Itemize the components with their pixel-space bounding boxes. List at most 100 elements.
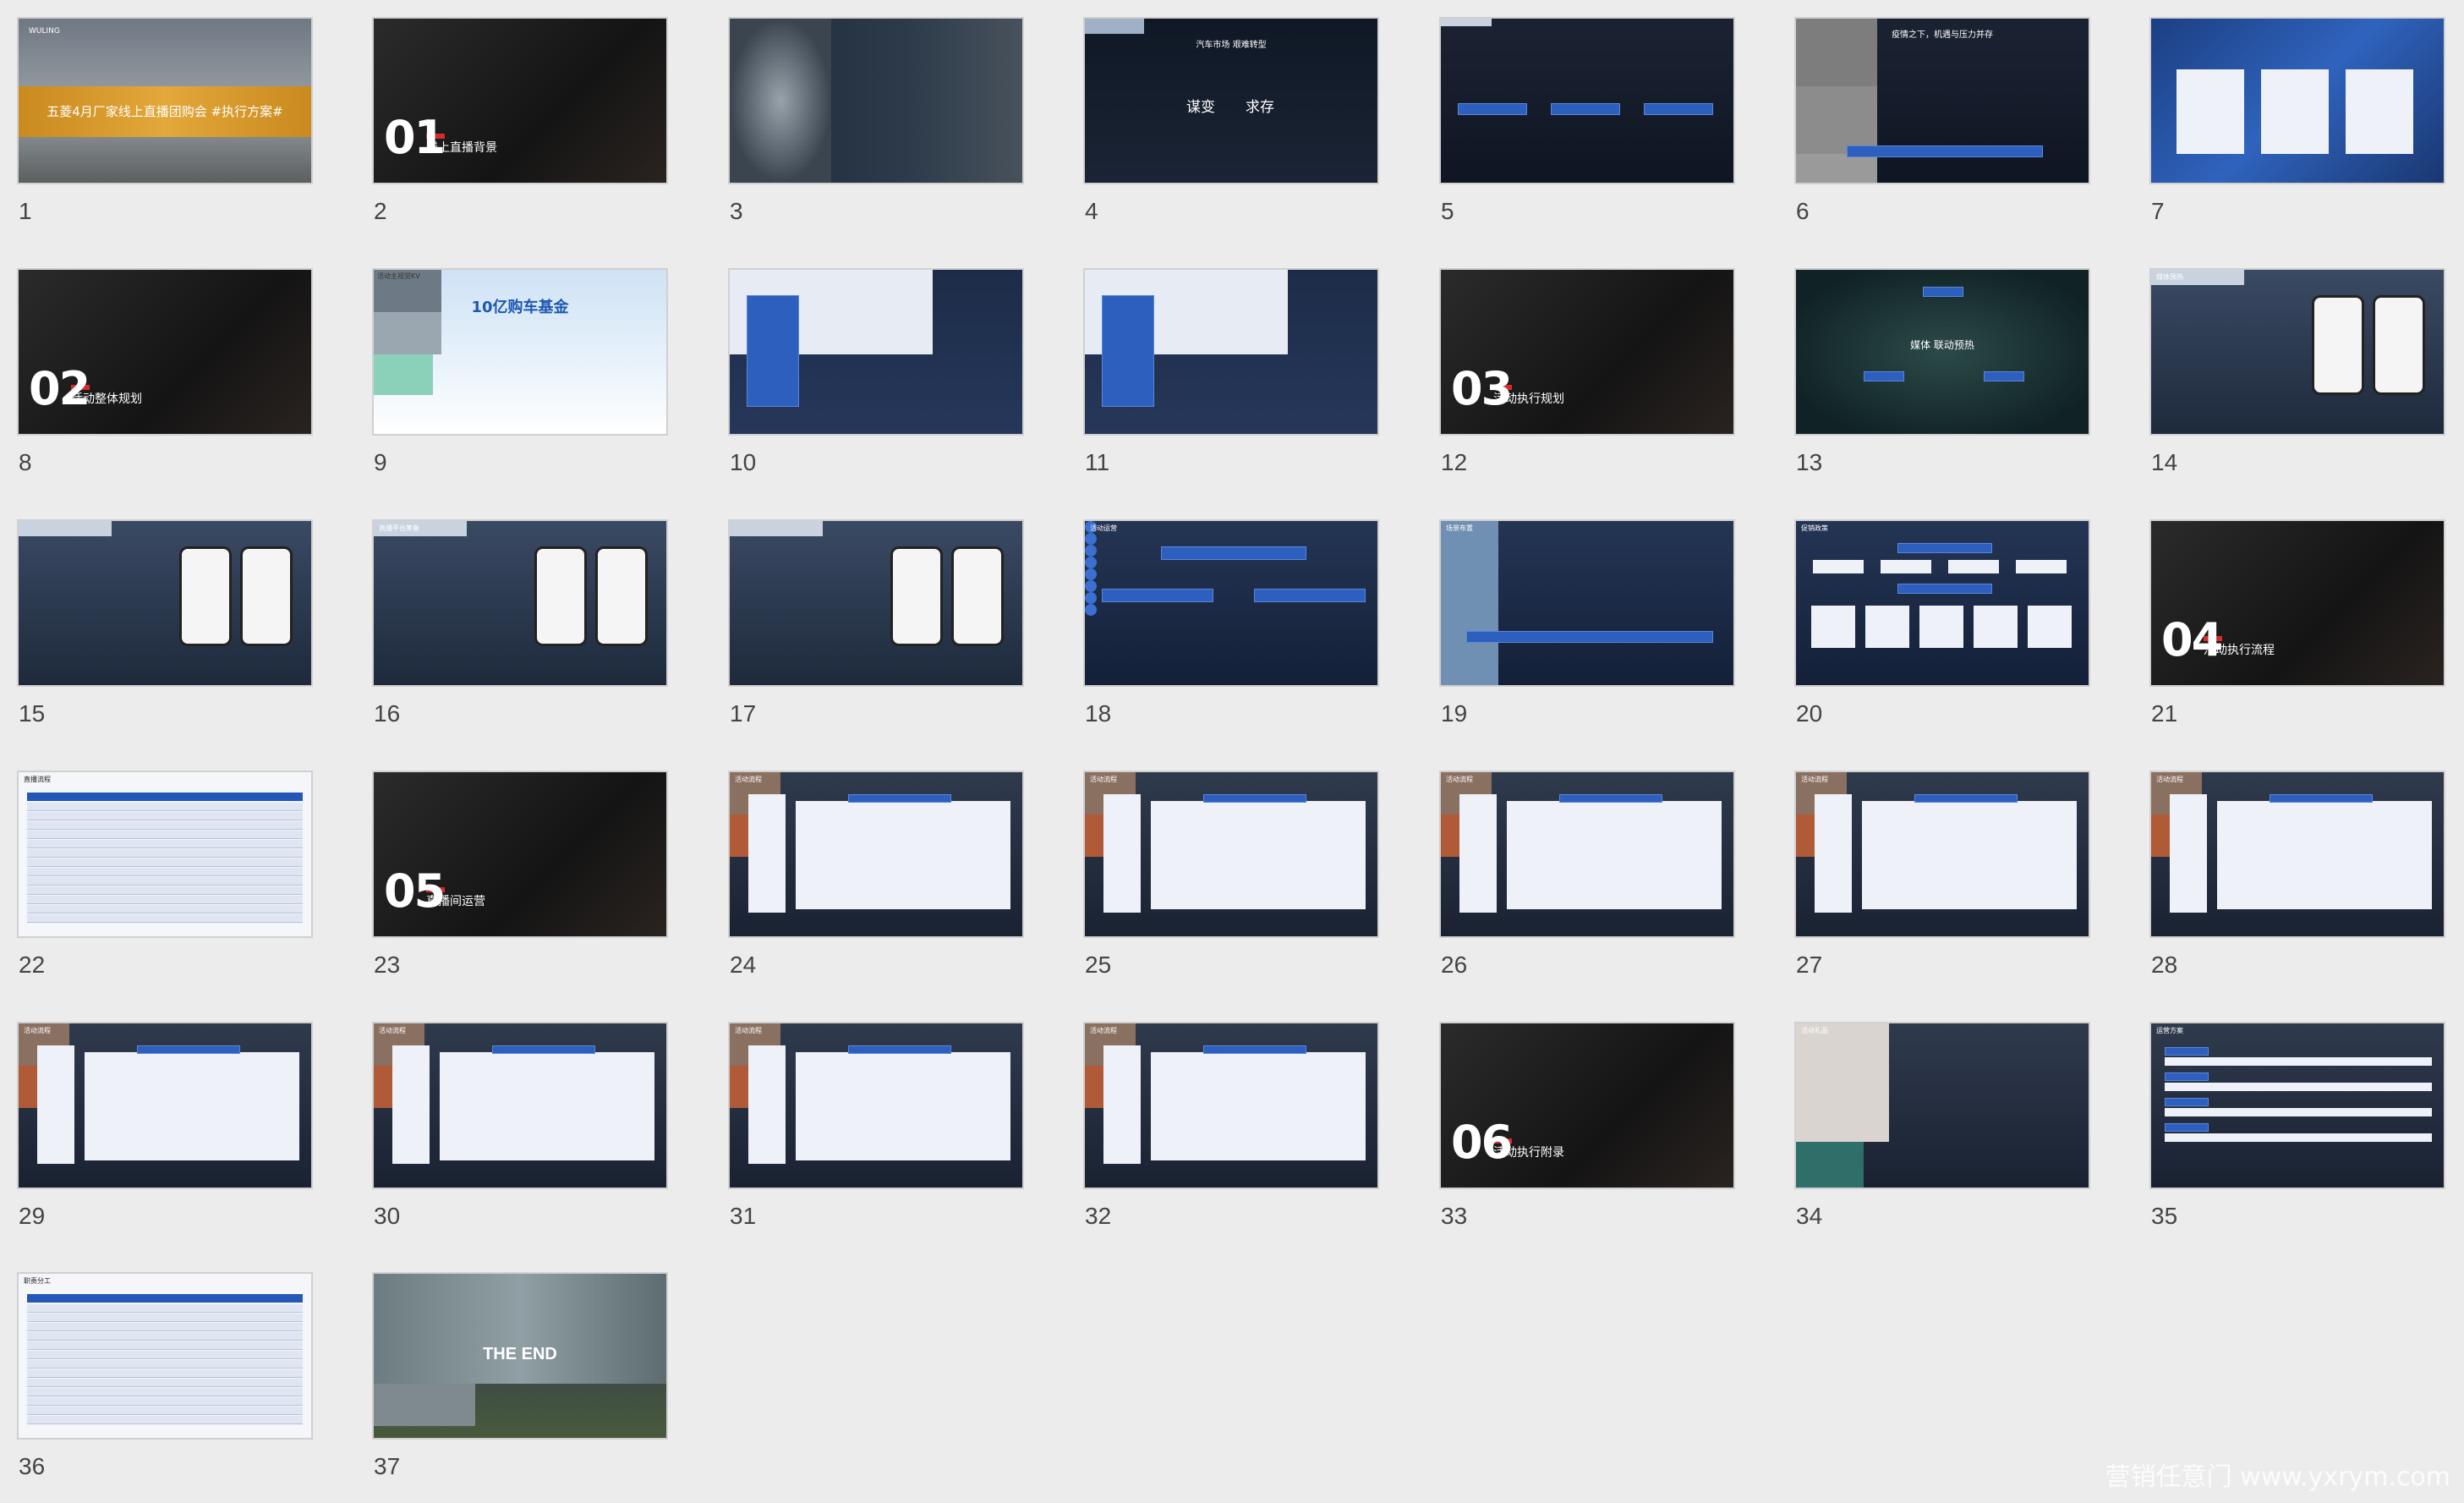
slide-preview[interactable]: 活动流程 (1439, 771, 1735, 938)
slide-preview[interactable]: 05 直播间运营 (372, 771, 668, 938)
slide-thumbnail-37[interactable]: THE END 37 (372, 1272, 668, 1492)
slide-thumbnail-22[interactable]: 直播流程 22 (17, 771, 313, 990)
slide-thumbnail-16[interactable]: 直播平台筹备 16 (372, 519, 668, 739)
slide-preview[interactable]: 促销政策 (1794, 519, 2090, 687)
slide-preview[interactable] (728, 17, 1024, 184)
slide-preview[interactable]: 媒体预热 (2149, 268, 2445, 436)
slide-thumbnail-7[interactable]: 7 (2149, 17, 2445, 237)
slide-preview[interactable]: 03 活动执行规划 (1439, 268, 1735, 436)
slide-preview[interactable]: 活动流程 (728, 771, 1024, 938)
slide-thumbnail-25[interactable]: 活动流程 25 (1083, 771, 1379, 990)
slide-thumbnail-19[interactable]: 场景布置 19 (1439, 519, 1735, 739)
slide-thumbnail-23[interactable]: 05 直播间运营 23 (372, 771, 668, 990)
slide-thumbnail-12[interactable]: 03 活动执行规划 12 (1439, 268, 1735, 488)
table-row (27, 868, 303, 876)
slide-preview[interactable]: 04 活动执行流程 (2149, 519, 2445, 687)
slide-thumbnail-27[interactable]: 活动流程 27 (1794, 771, 2090, 990)
slide-thumbnail-32[interactable]: 活动流程 32 (1083, 1022, 1379, 1242)
table-row (27, 812, 303, 820)
slide-preview[interactable]: 活动流程 (728, 1022, 1024, 1189)
slide-preview[interactable] (728, 519, 1024, 687)
slide-thumbnail-3[interactable]: 3 (728, 17, 1024, 237)
slide-thumbnail-5[interactable]: 5 (1439, 17, 1735, 237)
protective-suit-figure (730, 19, 831, 183)
slide-preview[interactable]: 活动礼品 (1794, 1022, 2090, 1189)
slide-preview[interactable] (1439, 17, 1735, 184)
slide-number: 25 (1085, 952, 1112, 978)
phone-mockup (534, 546, 587, 646)
blue-left-panel (1102, 295, 1154, 407)
slide-preview[interactable]: 活动流程 (1083, 1022, 1379, 1189)
table-line (1085, 270, 1288, 278)
slide-label: 活动流程 (1090, 1027, 1117, 1034)
slide-thumbnail-31[interactable]: 活动流程 31 (728, 1022, 1024, 1242)
slide-thumbnail-29[interactable]: 活动流程 29 (17, 1022, 313, 1242)
slide-thumbnail-28[interactable]: 活动流程 28 (2149, 771, 2445, 990)
kv-headline: 10亿购车基金 (471, 299, 569, 316)
slide-thumbnail-33[interactable]: 06 活动执行附录 33 (1439, 1022, 1735, 1242)
content-panel (1507, 801, 1722, 909)
table-row (27, 803, 303, 811)
slide-thumbnail-26[interactable]: 活动流程 26 (1439, 771, 1735, 990)
slide-preview[interactable]: 活动流程 (1794, 771, 2090, 938)
slide-preview[interactable]: 活动流程 (2149, 771, 2445, 938)
slide-preview[interactable]: 直播流程 (17, 771, 313, 938)
slide-thumbnail-6[interactable]: 疫情之下，机遇与压力并存 6 (1794, 17, 2090, 237)
slide-thumbnail-34[interactable]: 活动礼品 34 (1794, 1022, 2090, 1242)
slide-thumbnail-20[interactable]: 促销政策 20 (1794, 519, 2090, 739)
slide-preview[interactable]: 活动流程 (17, 1022, 313, 1189)
slide-preview[interactable]: 活动运营 (1083, 519, 1379, 687)
slide-thumbnail-14[interactable]: 媒体预热 14 (2149, 268, 2445, 488)
slide-preview[interactable]: 活动流程 (1083, 771, 1379, 938)
org-item (1919, 606, 1963, 648)
slide-preview[interactable]: 01 线上直播背景 (372, 17, 668, 184)
slide-preview[interactable]: 06 活动执行附录 (1439, 1022, 1735, 1189)
slide-preview[interactable]: 运营方案 (2149, 1022, 2445, 1189)
slide-thumbnail-8[interactable]: 02 活动整体规划 8 (17, 268, 313, 488)
slide-thumbnail-9[interactable]: 活动主视觉KV 10亿购车基金 9 (372, 268, 668, 488)
slide-preview[interactable]: 02 活动整体规划 (17, 268, 313, 436)
slide-preview[interactable]: 场景布置 (1439, 519, 1735, 687)
slide-thumbnail-2[interactable]: 01 线上直播背景 2 (372, 17, 668, 237)
slide-number: 8 (19, 449, 32, 475)
slide-preview[interactable] (1083, 268, 1379, 436)
slide-preview[interactable]: 活动流程 (372, 1022, 668, 1189)
slide-thumbnail-36[interactable]: 职责分工 36 (17, 1272, 313, 1492)
slide-preview[interactable]: 直播平台筹备 (372, 519, 668, 687)
slide-label: 职责分工 (24, 1277, 51, 1285)
slide-preview[interactable]: 汽车市场 艰难转型 谋变 求存 (1083, 17, 1379, 184)
headline-word-1: 谋变 (1186, 99, 1215, 116)
slide-number: 24 (730, 952, 757, 978)
slide-preview[interactable]: 疫情之下，机遇与压力并存 (1794, 17, 2090, 184)
slide-thumbnail-30[interactable]: 活动流程 30 (372, 1022, 668, 1242)
slide-thumbnail-18[interactable]: 活动运营 18 (1083, 519, 1379, 739)
org-item (2028, 606, 2072, 648)
slide-thumbnail-13[interactable]: 媒体 联动预热 13 (1794, 268, 2090, 488)
slide-number: 3 (730, 198, 743, 224)
slide-thumbnail-35[interactable]: 运营方案 35 (2149, 1022, 2445, 1242)
content-panel (796, 1052, 1010, 1160)
slide-thumbnail-10[interactable]: 10 (728, 268, 1024, 488)
table-line (730, 270, 933, 278)
slide-thumbnail-24[interactable]: 活动流程 24 (728, 771, 1024, 990)
slide-preview[interactable]: 媒体 联动预热 (1794, 268, 2090, 436)
slide-preview[interactable] (728, 268, 1024, 436)
node-box (1923, 287, 1963, 297)
slide-preview[interactable]: WULING 五菱4月厂家线上直播团购会 #执行方案# (17, 17, 313, 184)
table-row (27, 877, 303, 886)
slide-thumbnail-1[interactable]: WULING 五菱4月厂家线上直播团购会 #执行方案# 1 (17, 17, 313, 237)
slide-label: 活动运营 (1090, 524, 1117, 532)
slide-preview[interactable]: 活动主视觉KV 10亿购车基金 (372, 268, 668, 436)
side-menu (392, 1045, 430, 1164)
slide-preview[interactable] (2149, 17, 2445, 184)
slide-preview[interactable]: 职责分工 (17, 1272, 313, 1440)
slide-preview[interactable] (17, 519, 313, 687)
slide-thumbnail-15[interactable]: 15 (17, 519, 313, 739)
slide-thumbnail-21[interactable]: 04 活动执行流程 21 (2149, 519, 2445, 739)
slide-preview[interactable]: THE END (372, 1272, 668, 1440)
slide-thumbnail-17[interactable]: 17 (728, 519, 1024, 739)
table-row (27, 1332, 303, 1341)
slide-thumbnail-11[interactable]: 11 (1083, 268, 1379, 488)
section-title: 活动执行流程 (2204, 644, 2275, 657)
slide-thumbnail-4[interactable]: 汽车市场 艰难转型 谋变 求存 4 (1083, 17, 1379, 237)
